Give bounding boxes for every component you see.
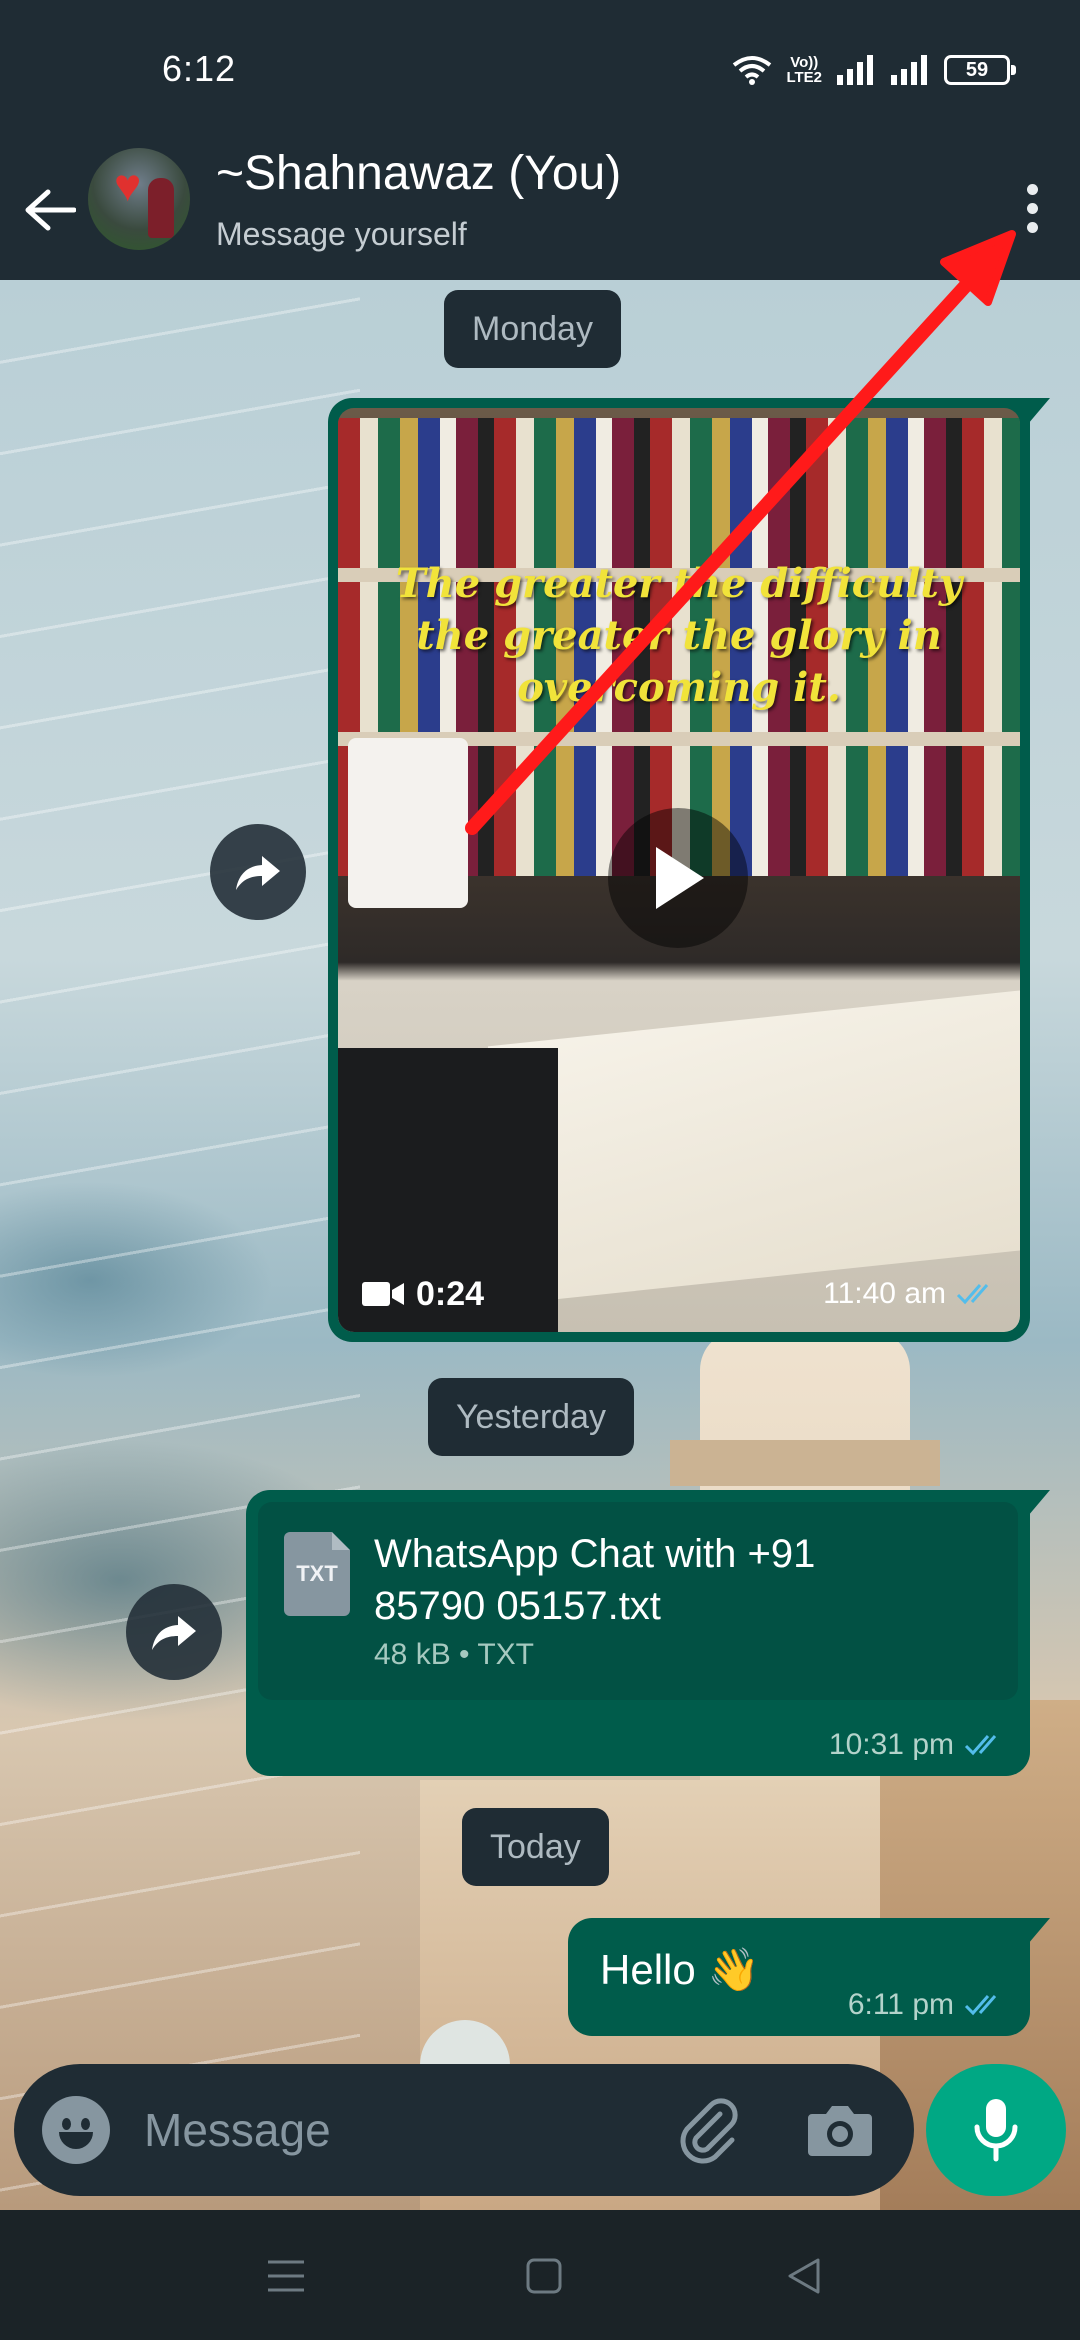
more-vertical-icon (1026, 183, 1038, 195)
signal-1-icon (837, 55, 873, 85)
wifi-icon (733, 56, 772, 85)
battery-indicator: 59 (944, 55, 1016, 85)
emoji-button[interactable] (42, 2096, 110, 2164)
status-icons: Vo)) LTE2 59 (732, 50, 1016, 90)
forward-button[interactable] (210, 824, 306, 920)
file-name: WhatsApp Chat with +91 85790 05157.txt (374, 1532, 816, 1628)
avatar-person (148, 178, 174, 238)
volte-indicator: Vo)) LTE2 (786, 55, 822, 85)
share-forward-icon (236, 856, 280, 890)
message-composer (14, 2064, 914, 2196)
message-text: Hello 👋 (600, 1946, 760, 1995)
triangle-back-icon[interactable] (776, 2248, 832, 2304)
video-message[interactable]: The greater the difficulty the greater t… (328, 398, 1050, 1342)
read-ticks-icon (964, 1735, 997, 1756)
share-forward-icon (152, 1616, 196, 1650)
play-icon (656, 847, 704, 909)
video-camera-icon (362, 1282, 404, 1306)
message-input[interactable] (144, 2094, 644, 2166)
arrow-left-icon (25, 189, 76, 231)
signal-2-icon (891, 55, 927, 85)
attach-button[interactable] (674, 2094, 746, 2166)
square-home-icon[interactable] (516, 2248, 572, 2304)
emoji-smiley-icon (62, 2118, 71, 2130)
txt-file-icon: TXT (284, 1532, 350, 1616)
date-chip-today: Today (462, 1808, 609, 1886)
avatar[interactable]: ♥ (88, 148, 190, 250)
paperclip-icon (680, 2098, 738, 2164)
play-button[interactable] (608, 808, 748, 948)
message-time: 11:40 am (823, 1277, 946, 1310)
camera-icon (808, 2106, 872, 2156)
file-info: 48 kB • TXT (374, 1638, 535, 1671)
system-nav-bar (0, 2210, 1080, 2340)
contact-subtitle: Message yourself (216, 216, 467, 252)
status-bar: 6:12 Vo)) LTE2 59 (0, 0, 1080, 140)
message-time: 10:31 pm (828, 1728, 954, 1761)
text-message[interactable]: Hello 👋 6:11 pm (568, 1918, 1050, 2036)
read-ticks-icon (964, 1995, 997, 2016)
message-time: 6:11 pm (847, 1988, 954, 2021)
video-thumbnail[interactable]: The greater the difficulty the greater t… (338, 408, 1020, 1332)
chat-header: ♥ ~Shahnawaz (You) Message yourself (0, 140, 1080, 280)
contact-name[interactable]: ~Shahnawaz (You) (216, 146, 621, 201)
video-duration: 0:24 (416, 1274, 485, 1313)
menu-lines-icon[interactable] (258, 2248, 314, 2304)
file-message[interactable]: TXT WhatsApp Chat with +91 85790 05157.t… (246, 1490, 1050, 1776)
heart-icon: ♥ (114, 159, 142, 211)
video-meta: 0:24 11:40 am (362, 1268, 998, 1320)
volte-bottom: LTE2 (786, 69, 822, 86)
read-ticks-icon (956, 1284, 989, 1305)
date-chip-yesterday: Yesterday (428, 1378, 634, 1456)
more-options-button[interactable] (1004, 168, 1060, 248)
volte-top: Vo)) (790, 54, 819, 71)
message-time-row: 6:11 pm (848, 1988, 1006, 2022)
forward-button[interactable] (126, 1584, 222, 1680)
file-card[interactable]: TXT WhatsApp Chat with +91 85790 05157.t… (258, 1502, 1018, 1700)
waving-hand-emoji: 👋 (707, 1946, 761, 1993)
back-button[interactable] (20, 170, 80, 250)
status-time: 6:12 (162, 48, 237, 89)
message-time-row: 10:31 pm (829, 1728, 1006, 1762)
video-caption-text: The greater the difficulty the greater t… (395, 560, 963, 711)
date-chip-monday: Monday (444, 290, 621, 368)
microphone-icon (974, 2099, 1018, 2162)
message-body: Hello (600, 1946, 696, 1993)
camera-button[interactable] (802, 2094, 878, 2166)
voice-record-button[interactable] (926, 2064, 1066, 2196)
